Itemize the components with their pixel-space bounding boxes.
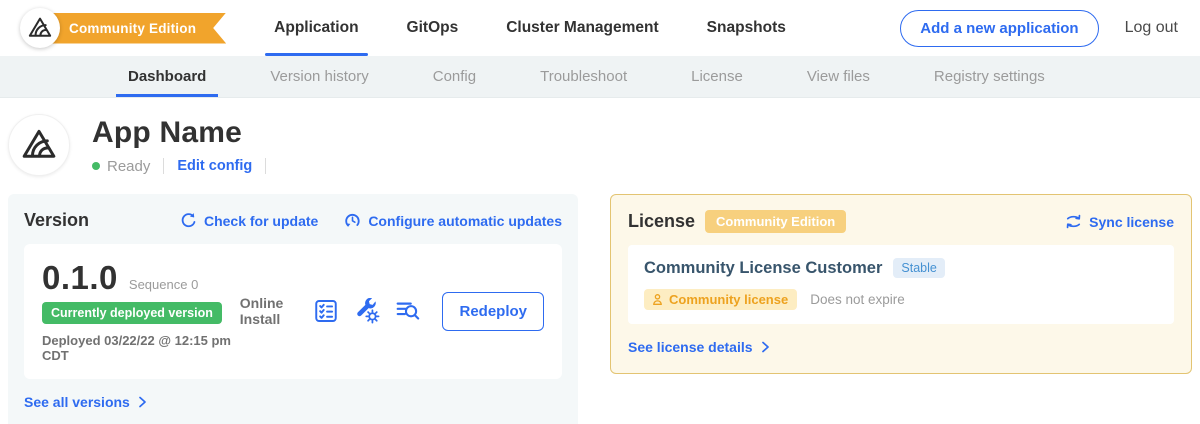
chevron-right-icon (760, 341, 771, 353)
license-detail-panel: Community License Customer Stable Commun… (628, 245, 1174, 324)
see-all-versions-link[interactable]: See all versions (24, 394, 148, 410)
tab-gitops[interactable]: GitOps (407, 0, 459, 56)
auto-update-clock-icon (344, 212, 361, 229)
see-license-details-link[interactable]: See license details (628, 339, 771, 355)
top-nav-right: Add a new application Log out (900, 10, 1178, 47)
license-card-header: License Community Edition Sync license (628, 210, 1174, 233)
license-card: License Community Edition Sync license C… (610, 194, 1192, 374)
logout-link[interactable]: Log out (1125, 19, 1178, 37)
chevron-right-icon (137, 396, 148, 408)
edit-config-link[interactable]: Edit config (177, 158, 252, 174)
current-version-info: 0.1.0 Sequence 0 Currently deployed vers… (42, 259, 240, 363)
app-header: App Name Ready Edit config (0, 98, 1200, 186)
app-status-row: Ready Edit config (92, 158, 279, 175)
person-icon (651, 293, 664, 306)
status-text: Ready (107, 158, 150, 175)
version-number: 0.1.0 (42, 259, 118, 297)
currently-deployed-badge: Currently deployed version (42, 302, 222, 324)
version-card: Version Check for update Configure au (8, 194, 578, 424)
deployed-timestamp: Deployed 03/22/22 @ 12:15 pm CDT (42, 333, 240, 363)
view-deploy-logs-icon[interactable] (395, 298, 421, 324)
install-type-label: Online Install (240, 295, 295, 327)
tab-application[interactable]: Application (274, 0, 358, 56)
version-card-actions: Check for update Configure automatic upd… (180, 212, 562, 229)
divider (265, 158, 266, 174)
subtab-license[interactable]: License (679, 56, 755, 97)
refresh-icon (180, 212, 197, 229)
subtab-dashboard[interactable]: Dashboard (116, 56, 218, 97)
sequence-label: Sequence 0 (129, 277, 198, 292)
app-header-text: App Name Ready Edit config (92, 116, 279, 175)
tab-cluster-management[interactable]: Cluster Management (506, 0, 658, 56)
version-action-buttons: Online Install (240, 292, 544, 331)
edit-config-wrench-icon[interactable] (354, 298, 380, 324)
subtab-registry-settings[interactable]: Registry settings (922, 56, 1057, 97)
license-card-title: License (628, 211, 695, 232)
add-new-application-button[interactable]: Add a new application (900, 10, 1098, 47)
tab-snapshots[interactable]: Snapshots (707, 0, 786, 56)
brand-badge[interactable]: Community Edition (20, 8, 226, 48)
sub-nav: Dashboard Version history Config Trouble… (0, 56, 1200, 98)
channel-badge: Stable (893, 258, 944, 278)
sync-arrows-icon (1065, 213, 1082, 230)
check-for-update-link[interactable]: Check for update (180, 212, 318, 229)
page-title: App Name (92, 116, 279, 150)
subtab-view-files[interactable]: View files (795, 56, 882, 97)
version-card-header: Version Check for update Configure au (24, 210, 562, 231)
subtab-config[interactable]: Config (421, 56, 488, 97)
dashboard-cards: Version Check for update Configure au (0, 186, 1200, 424)
license-type-badge: Community license (644, 289, 797, 310)
app-logo-icon (8, 114, 70, 176)
edition-ribbon: Community Edition (43, 13, 226, 44)
sync-license-link[interactable]: Sync license (1065, 213, 1174, 230)
preflight-results-icon[interactable] (313, 298, 339, 324)
current-version-panel: 0.1.0 Sequence 0 Currently deployed vers… (24, 244, 562, 379)
subtab-troubleshoot[interactable]: Troubleshoot (528, 56, 639, 97)
divider (163, 158, 164, 174)
redeploy-button[interactable]: Redeploy (442, 292, 544, 331)
configure-automatic-updates-link[interactable]: Configure automatic updates (344, 212, 562, 229)
top-tabs: Application GitOps Cluster Management Sn… (274, 0, 786, 56)
version-card-title: Version (24, 210, 89, 231)
status-ready-dot (92, 162, 100, 170)
customer-name: Community License Customer (644, 259, 882, 278)
top-nav: Community Edition Application GitOps Clu… (0, 0, 1200, 56)
expiration-text: Does not expire (810, 292, 905, 307)
subtab-version-history[interactable]: Version history (258, 56, 380, 97)
replicated-logo-icon (20, 8, 60, 48)
community-edition-badge: Community Edition (705, 210, 846, 233)
